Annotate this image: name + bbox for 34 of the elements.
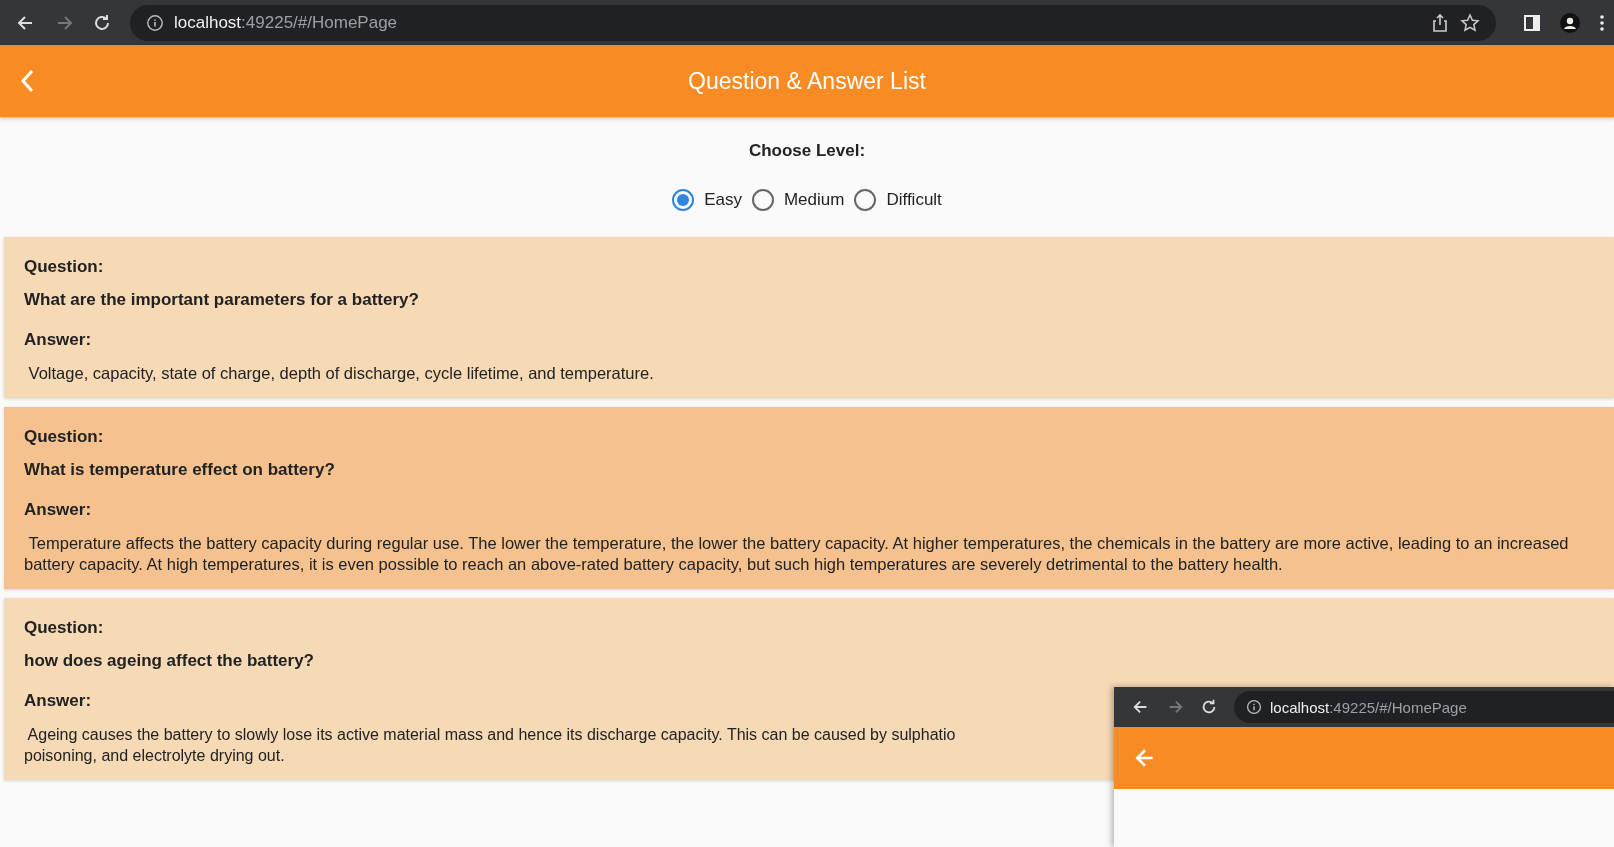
answer-label: Answer: [24,691,92,711]
profile-icon[interactable] [1560,12,1580,33]
address-bar[interactable]: localhost:49225/#/HomePage [1234,691,1614,723]
more-icon[interactable] [1598,12,1606,33]
side-panel-icon[interactable] [1522,12,1542,33]
answer-label: Answer: [24,330,92,350]
reload-icon[interactable] [1200,698,1218,716]
question-text: how does ageing affect the battery? [24,651,314,671]
question-label: Question: [24,427,104,447]
radio-button[interactable] [672,189,695,211]
url-text: localhost:49225/#/HomePage [1270,698,1467,716]
share-icon[interactable] [1430,12,1450,33]
radio-label[interactable]: Easy [704,190,742,210]
radio-button[interactable] [751,189,774,211]
info-icon [1246,699,1262,715]
star-icon[interactable] [1460,12,1480,33]
level-label: Choose Level: [748,141,866,161]
answer-text: Ageing causes the battery to slowly lose its active material mass and hence its discharge capacity. This can be caused by sulphatio [26,725,956,745]
answer-text: Temperature affects the battery capacity during regular use. The lower the temperature, the lower the battery capacity. At higher temperatures, the chemicals in the battery are more active, leading to an increased battery capacity. At high temperatures, it is even possible to reach an above-rated battery capacity, but such high temperatures are severely detrimental to the battery health. [24,533,1570,575]
radio-label[interactable]: Medium [783,190,845,210]
address-bar[interactable]: localhost:49225/#/HomePage [130,4,1496,41]
page-title: Question & Answer List [688,67,926,95]
radio-label[interactable]: Difficult [886,190,942,210]
question-text: What is temperature effect on battery? [24,460,335,480]
answer-text: poisoning, and electrolyte drying out. [24,746,285,766]
answer-label: Answer: [24,500,92,520]
question-label: Question: [24,618,104,638]
answer-text: Voltage, capacity, state of charge, depth of discharge, cycle lifetime, and temperature. [27,363,654,384]
info-icon [146,13,164,32]
radio-button[interactable] [854,189,877,211]
question-text: What are the important parameters for a battery? [24,290,419,310]
url-text: localhost:49225/#/HomePage [174,12,398,33]
reload-icon[interactable] [92,12,112,33]
question-label: Question: [24,257,104,277]
